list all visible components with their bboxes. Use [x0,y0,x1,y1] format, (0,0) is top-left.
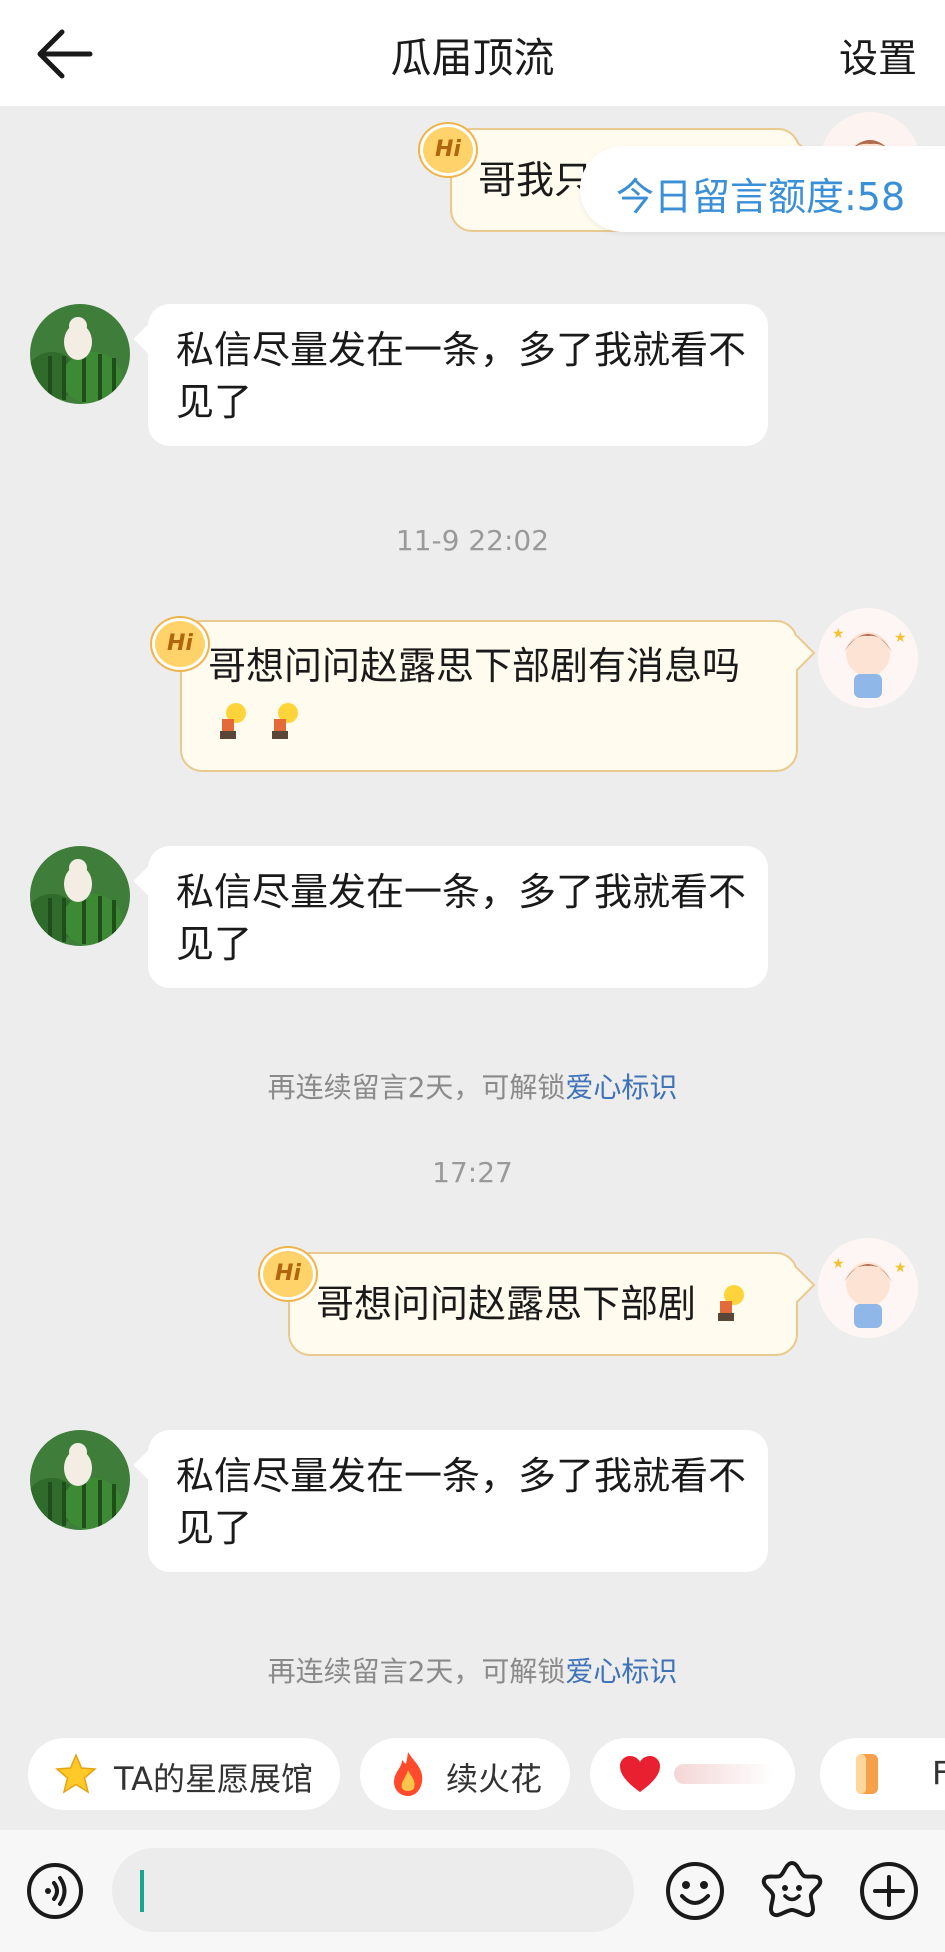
top-bar: 瓜届顶流 设置 [0,0,945,106]
svg-text:★: ★ [832,626,845,642]
timestamp: 17:27 [432,1156,513,1189]
gift-icon [856,1754,878,1794]
my-avatar[interactable]: ★ ★ [818,1238,918,1338]
contact-avatar[interactable] [30,1430,130,1530]
streak-tip: 再连续留言2天，可解锁爱心标识 [0,1066,945,1106]
plus-icon [860,1862,918,1920]
timestamp: 11-9 22:02 [395,524,550,557]
heart-chip[interactable] [590,1738,795,1810]
contact-avatar[interactable] [30,304,130,404]
heart-badge-link[interactable]: 爱心标识 [565,1071,677,1104]
svg-text:★: ★ [894,1260,907,1276]
hi-badge: Hi [420,124,476,176]
my-avatar[interactable]: ★ ★ [818,608,918,708]
message-text: 哥我只 [478,158,593,202]
reading-bulb-emoji [718,1285,745,1321]
message-text: 私信尽量发在一条，多了我就看不见了 [176,328,747,424]
message-text: 哥想问问赵露思下部剧有消息吗 [208,644,741,688]
sticker-icon [761,1861,823,1918]
incoming-message[interactable]: 私信尽量发在一条，多了我就看不见了 [133,304,768,446]
message-text: 哥想问问赵露思下部剧 [316,1282,697,1326]
add-button[interactable] [858,1860,920,1926]
chip-label: F [932,1754,945,1792]
text-caret [140,1870,144,1912]
star-wish-gallery-chip[interactable]: TA的星愿展馆 [28,1738,340,1810]
incoming-message[interactable]: 私信尽量发在一条，多了我就看不见了 [133,846,768,988]
contact-avatar[interactable] [30,846,130,946]
blurred-chip-text [674,1764,774,1784]
input-bar [0,1830,945,1952]
continue-spark-chip[interactable]: 续火花 [360,1738,570,1810]
svg-text:★: ★ [894,630,907,646]
quota-text: 今日留言额度:58 [616,175,906,219]
message-quota-badge: 今日留言额度:58 [580,146,945,232]
streak-tip: 再连续留言2天，可解锁爱心标识 [0,1650,945,1690]
message-text: 私信尽量发在一条，多了我就看不见了 [176,870,747,966]
message-text: 私信尽量发在一条，多了我就看不见了 [176,1454,747,1550]
svg-text:★: ★ [832,1256,845,1272]
fire-icon [394,1752,423,1796]
reading-bulb-emoji [220,703,246,739]
tip-text: 再连续留言2天，可解锁 [267,1655,566,1688]
smiley-icon [666,1862,724,1920]
chip-label: 续火花 [446,1760,543,1798]
outgoing-message[interactable]: 哥想问问赵露思下部剧有消息吗 [180,620,816,772]
heart-badge-link[interactable]: 爱心标识 [565,1655,677,1688]
page-title: 瓜届顶流 [390,34,555,82]
voice-icon [27,1863,83,1919]
outgoing-message[interactable]: 哥想问问赵露思下部剧 [288,1252,816,1356]
gift-chip[interactable]: F [820,1738,945,1810]
voice-button[interactable] [26,1862,84,1924]
hi-badge: Hi [152,618,208,670]
incoming-message[interactable]: 私信尽量发在一条，多了我就看不见了 [133,1430,768,1572]
message-input[interactable] [112,1848,634,1932]
heart-icon [620,1756,660,1792]
settings-button[interactable]: 设置 [839,28,917,84]
tip-text: 再连续留言2天，可解锁 [267,1071,566,1104]
reading-bulb-emoji [272,703,299,739]
emoji-button[interactable] [664,1860,726,1926]
sticker-button[interactable] [760,1858,824,1926]
hi-badge: Hi [260,1248,316,1300]
star-icon [55,1753,97,1794]
chip-label: TA的星愿展馆 [114,1760,313,1798]
